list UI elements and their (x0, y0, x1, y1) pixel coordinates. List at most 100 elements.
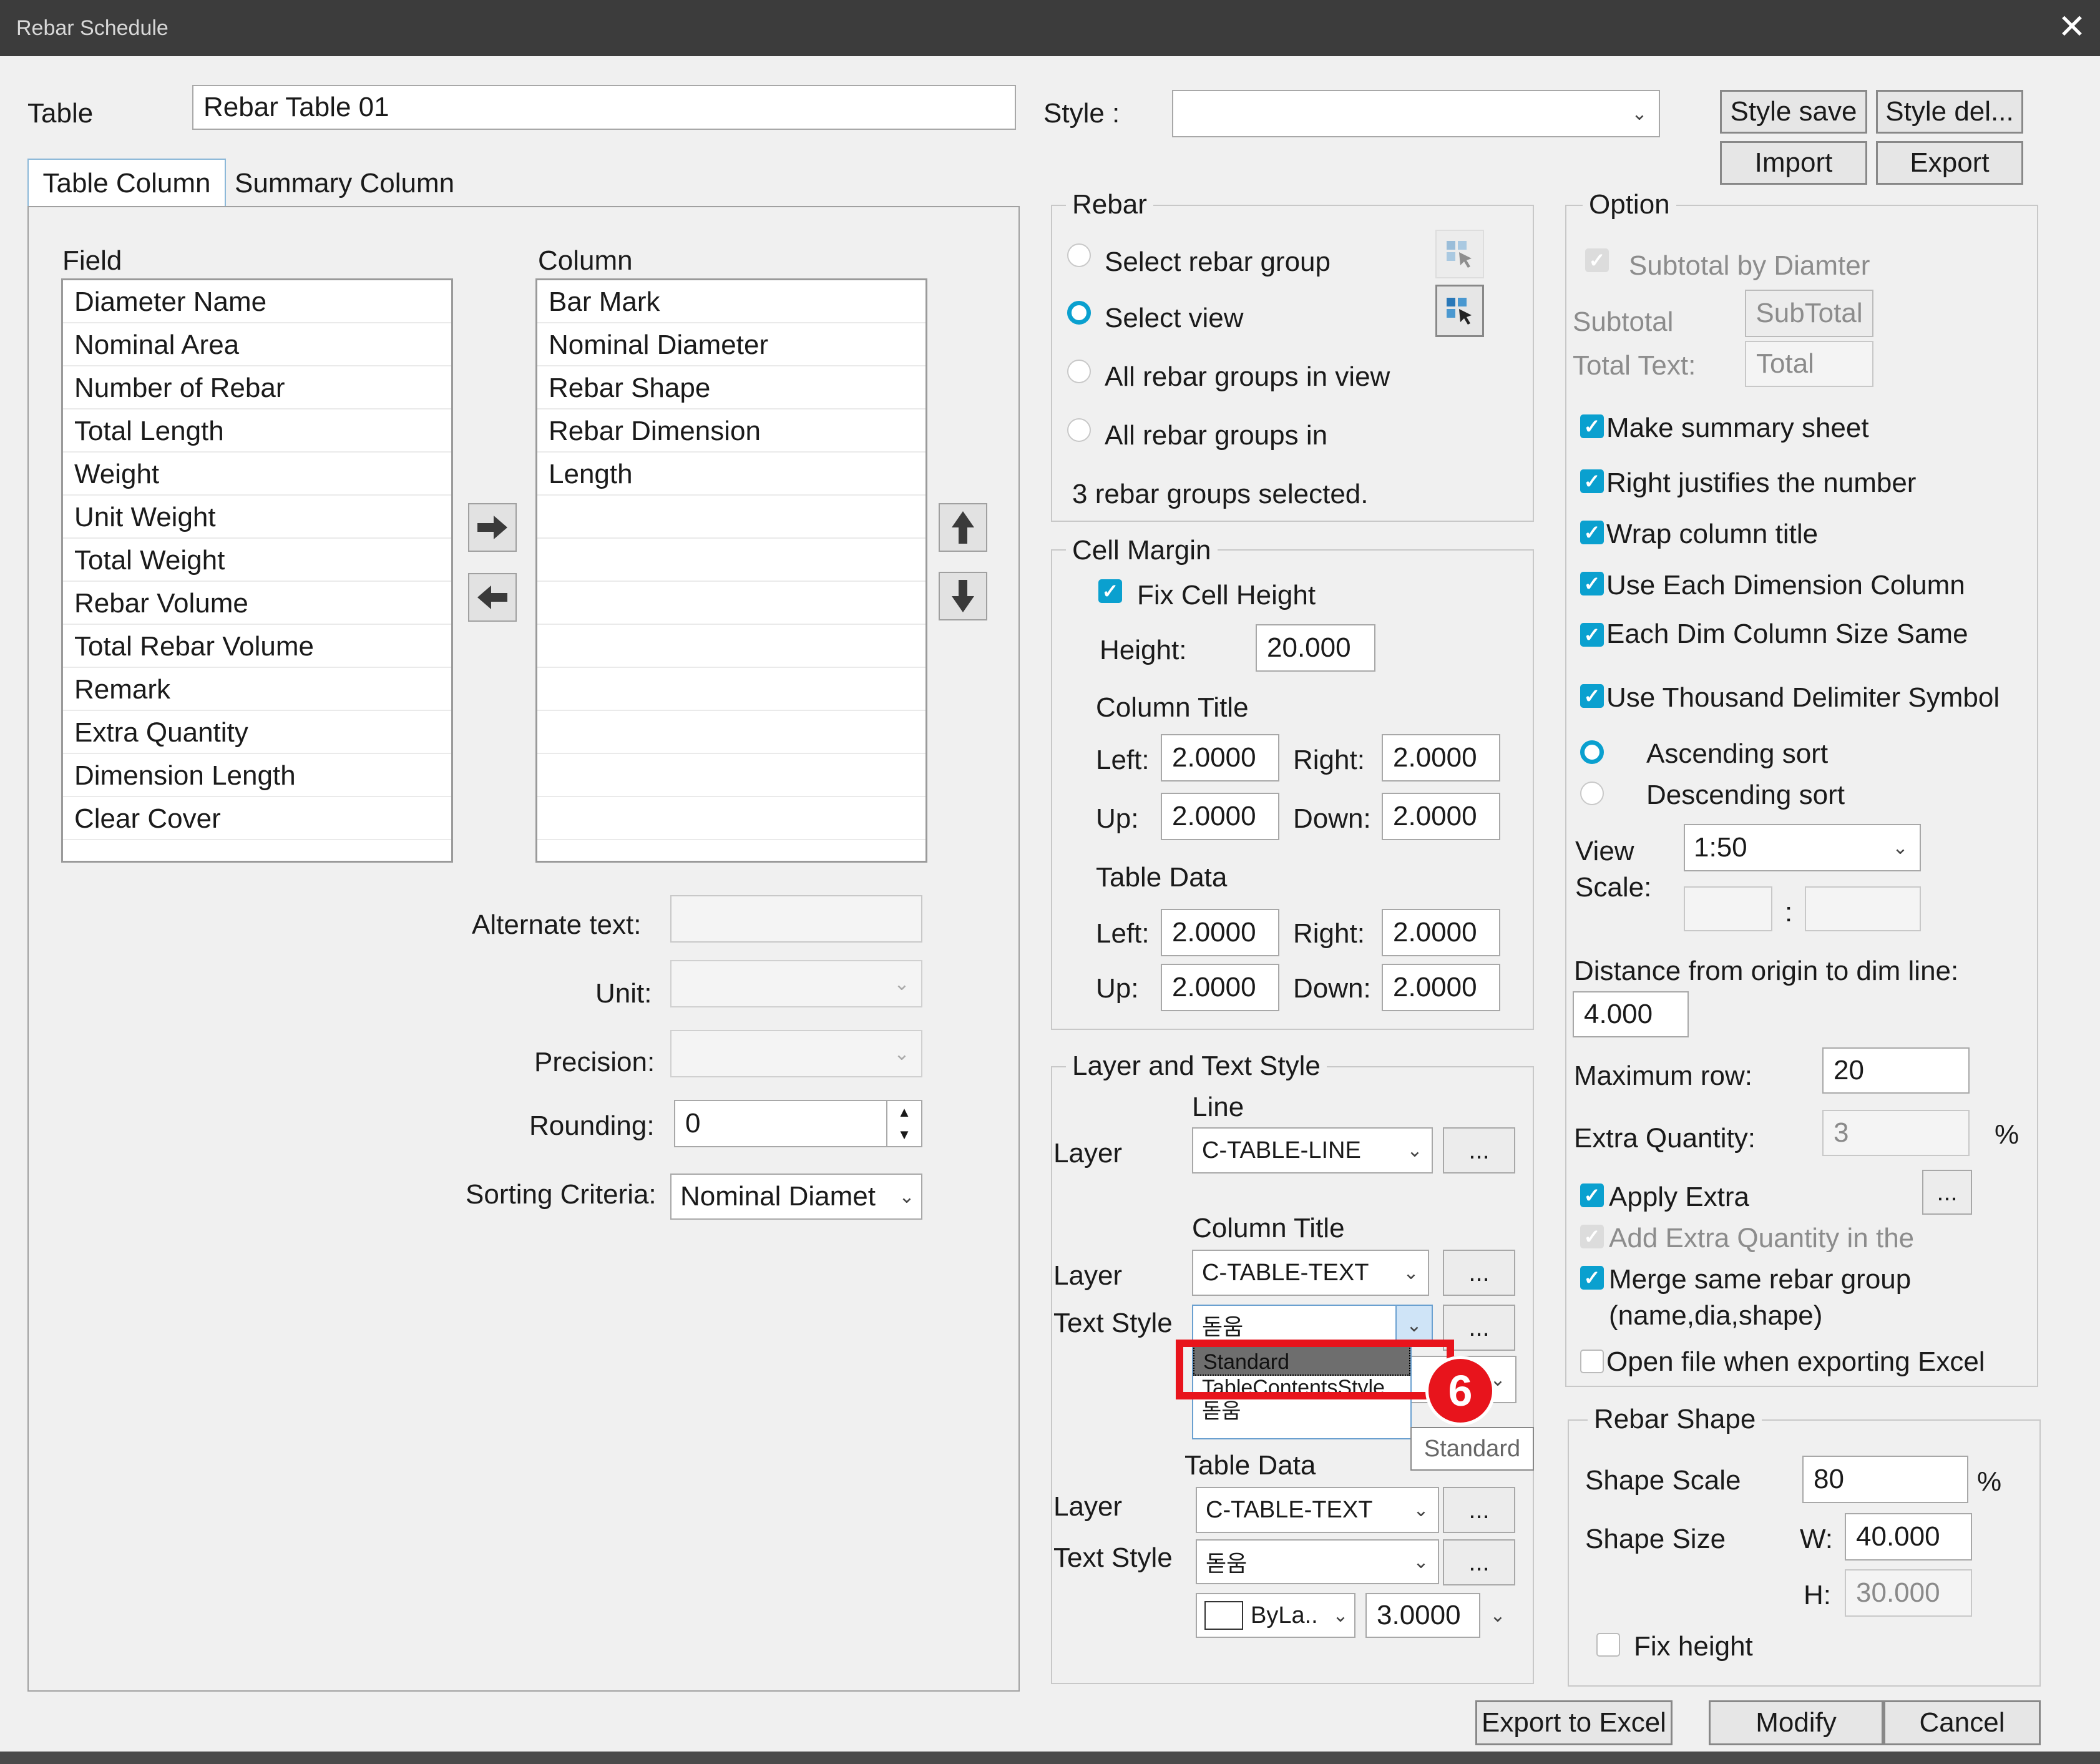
extra-qty-input[interactable]: 3 (1822, 1110, 1970, 1156)
spin-up-icon[interactable]: ▲ (897, 1104, 911, 1120)
move-down-button[interactable] (939, 572, 987, 620)
list-item[interactable]: Remark (63, 668, 451, 711)
subtotal-by-checkbox[interactable]: ✓ (1585, 248, 1609, 272)
ct-layer-select[interactable]: C-TABLE-TEXT ⌄ (1192, 1250, 1429, 1296)
radio-select-rebar-group[interactable] (1067, 243, 1091, 267)
ct-up-input[interactable]: 2.0000 (1161, 793, 1279, 840)
list-item[interactable]: Total Rebar Volume (63, 625, 451, 668)
close-icon[interactable]: ✕ (2044, 0, 2100, 56)
scale-a-input[interactable] (1684, 886, 1772, 931)
right-justify-checkbox[interactable]: ✓ (1580, 469, 1604, 493)
list-item[interactable]: Weight (63, 453, 451, 496)
chevron-down-icon[interactable]: ⌄ (1480, 1593, 1515, 1638)
td-text-style-select[interactable]: 돋움 ⌄ (1196, 1539, 1439, 1584)
td-right-input[interactable]: 2.0000 (1382, 909, 1500, 956)
apply-extra-checkbox[interactable]: ✓ (1580, 1183, 1604, 1207)
move-right-button[interactable] (468, 503, 517, 552)
apply-extra-more-button[interactable]: ... (1922, 1170, 1972, 1215)
sorting-select[interactable]: Nominal Diamet ⌄ (670, 1174, 922, 1220)
scale-b-input[interactable] (1805, 886, 1921, 931)
precision-select[interactable]: ⌄ (670, 1030, 922, 1077)
open-file-checkbox[interactable] (1580, 1350, 1604, 1373)
radio-all-in-view[interactable] (1067, 360, 1091, 383)
list-item[interactable]: Rebar Shape (537, 366, 925, 409)
fix-cell-height-checkbox[interactable]: ✓ (1098, 579, 1122, 603)
import-button[interactable]: Import (1720, 141, 1867, 185)
tab-summary-column[interactable]: Summary Column (226, 161, 463, 206)
field-list[interactable]: Diameter Name Nominal Area Number of Reb… (61, 278, 453, 863)
shape-scale-input[interactable]: 80 (1802, 1456, 1968, 1503)
line-layer-more-button[interactable]: ... (1443, 1127, 1515, 1174)
td-layer-more-button[interactable]: ... (1443, 1487, 1515, 1533)
ct-down-input[interactable]: 2.0000 (1382, 793, 1500, 840)
subtotal-button[interactable]: SubTotal (1745, 290, 1873, 337)
shape-h-input[interactable]: 30.000 (1845, 1569, 1972, 1617)
distance-input[interactable]: 4.000 (1573, 991, 1689, 1037)
list-item[interactable]: Bar Mark (537, 280, 925, 323)
sorting-label: Sorting Criteria: (466, 1179, 657, 1210)
modify-button[interactable]: Modify (1709, 1700, 1883, 1745)
radio-ascending[interactable] (1580, 740, 1604, 764)
rounding-spinner[interactable]: ▲ ▼ (886, 1101, 921, 1146)
text-height-input[interactable]: 3.0000 (1365, 1593, 1480, 1638)
td-left-input[interactable]: 2.0000 (1161, 909, 1279, 956)
ct-layer-more-button[interactable]: ... (1443, 1250, 1515, 1296)
style-select[interactable]: ⌄ (1172, 90, 1660, 137)
view-scale-select[interactable]: 1:50 ⌄ (1684, 824, 1921, 871)
wrap-title-checkbox[interactable]: ✓ (1580, 521, 1604, 544)
shape-w-input[interactable]: 40.000 (1845, 1513, 1972, 1561)
td-up-input[interactable]: 2.0000 (1161, 964, 1279, 1011)
merge-checkbox[interactable]: ✓ (1580, 1266, 1604, 1290)
total-text-input[interactable]: Total (1745, 341, 1873, 387)
line-layer-select[interactable]: C-TABLE-LINE ⌄ (1192, 1127, 1433, 1174)
ct-right-input[interactable]: 2.0000 (1382, 734, 1500, 782)
height-input[interactable]: 20.000 (1256, 624, 1375, 672)
thousand-delimiter-checkbox[interactable]: ✓ (1580, 684, 1604, 708)
td-down-input[interactable]: 2.0000 (1382, 964, 1500, 1011)
make-summary-checkbox[interactable]: ✓ (1580, 414, 1604, 438)
style-save-button[interactable]: Style save (1720, 90, 1867, 134)
dropdown-option-dotum[interactable]: 돋움 (1193, 1399, 1410, 1423)
list-item[interactable]: Unit Weight (63, 496, 451, 539)
each-dim-column-checkbox[interactable]: ✓ (1580, 572, 1604, 595)
color-select[interactable]: ByLa.. ⌄ (1196, 1593, 1355, 1638)
pick-group-button[interactable] (1435, 230, 1484, 278)
dim-size-same-checkbox[interactable]: ✓ (1580, 623, 1604, 647)
unit-select[interactable]: ⌄ (670, 960, 922, 1007)
list-item[interactable]: Nominal Diameter (537, 323, 925, 366)
list-item[interactable]: Diameter Name (63, 280, 451, 323)
list-item[interactable]: Rebar Dimension (537, 409, 925, 453)
radio-descending[interactable] (1580, 782, 1604, 805)
cancel-button[interactable]: Cancel (1883, 1700, 2041, 1745)
add-extra-checkbox[interactable]: ✓ (1580, 1225, 1604, 1248)
list-item[interactable]: Total Weight (63, 539, 451, 582)
style-delete-button[interactable]: Style del... (1876, 90, 2023, 134)
move-left-button[interactable] (468, 573, 517, 622)
list-item[interactable]: Total Length (63, 409, 451, 453)
alt-text-input[interactable] (670, 895, 922, 943)
list-item[interactable]: Clear Cover (63, 797, 451, 840)
list-item[interactable]: Length (537, 453, 925, 496)
tab-table-column[interactable]: Table Column (27, 159, 226, 207)
max-row-input[interactable]: 20 (1822, 1047, 1970, 1094)
column-list[interactable]: Bar Mark Nominal Diameter Rebar Shape Re… (535, 278, 927, 863)
spin-down-icon[interactable]: ▼ (897, 1127, 911, 1143)
list-item[interactable]: Extra Quantity (63, 711, 451, 754)
list-item[interactable]: Nominal Area (63, 323, 451, 366)
table-name-input[interactable]: Rebar Table 01 (192, 85, 1016, 130)
radio-all-in[interactable] (1067, 418, 1091, 442)
move-up-button[interactable] (939, 503, 987, 552)
pick-view-button[interactable] (1435, 285, 1484, 337)
td-text-style-more-button[interactable]: ... (1443, 1539, 1515, 1585)
radio-select-view[interactable] (1067, 301, 1091, 325)
ct-left-input[interactable]: 2.0000 (1161, 734, 1279, 782)
td-layer-select[interactable]: C-TABLE-TEXT ⌄ (1196, 1487, 1439, 1533)
fix-height-checkbox[interactable] (1596, 1633, 1620, 1657)
list-item[interactable]: Dimension Length (63, 754, 451, 797)
column-label: Column (538, 245, 633, 276)
export-button[interactable]: Export (1876, 141, 2023, 185)
list-item[interactable]: Rebar Volume (63, 582, 451, 625)
rounding-input[interactable]: 0 (674, 1100, 922, 1147)
list-item[interactable]: Number of Rebar (63, 366, 451, 409)
export-to-excel-button[interactable]: Export to Excel (1475, 1700, 1673, 1745)
